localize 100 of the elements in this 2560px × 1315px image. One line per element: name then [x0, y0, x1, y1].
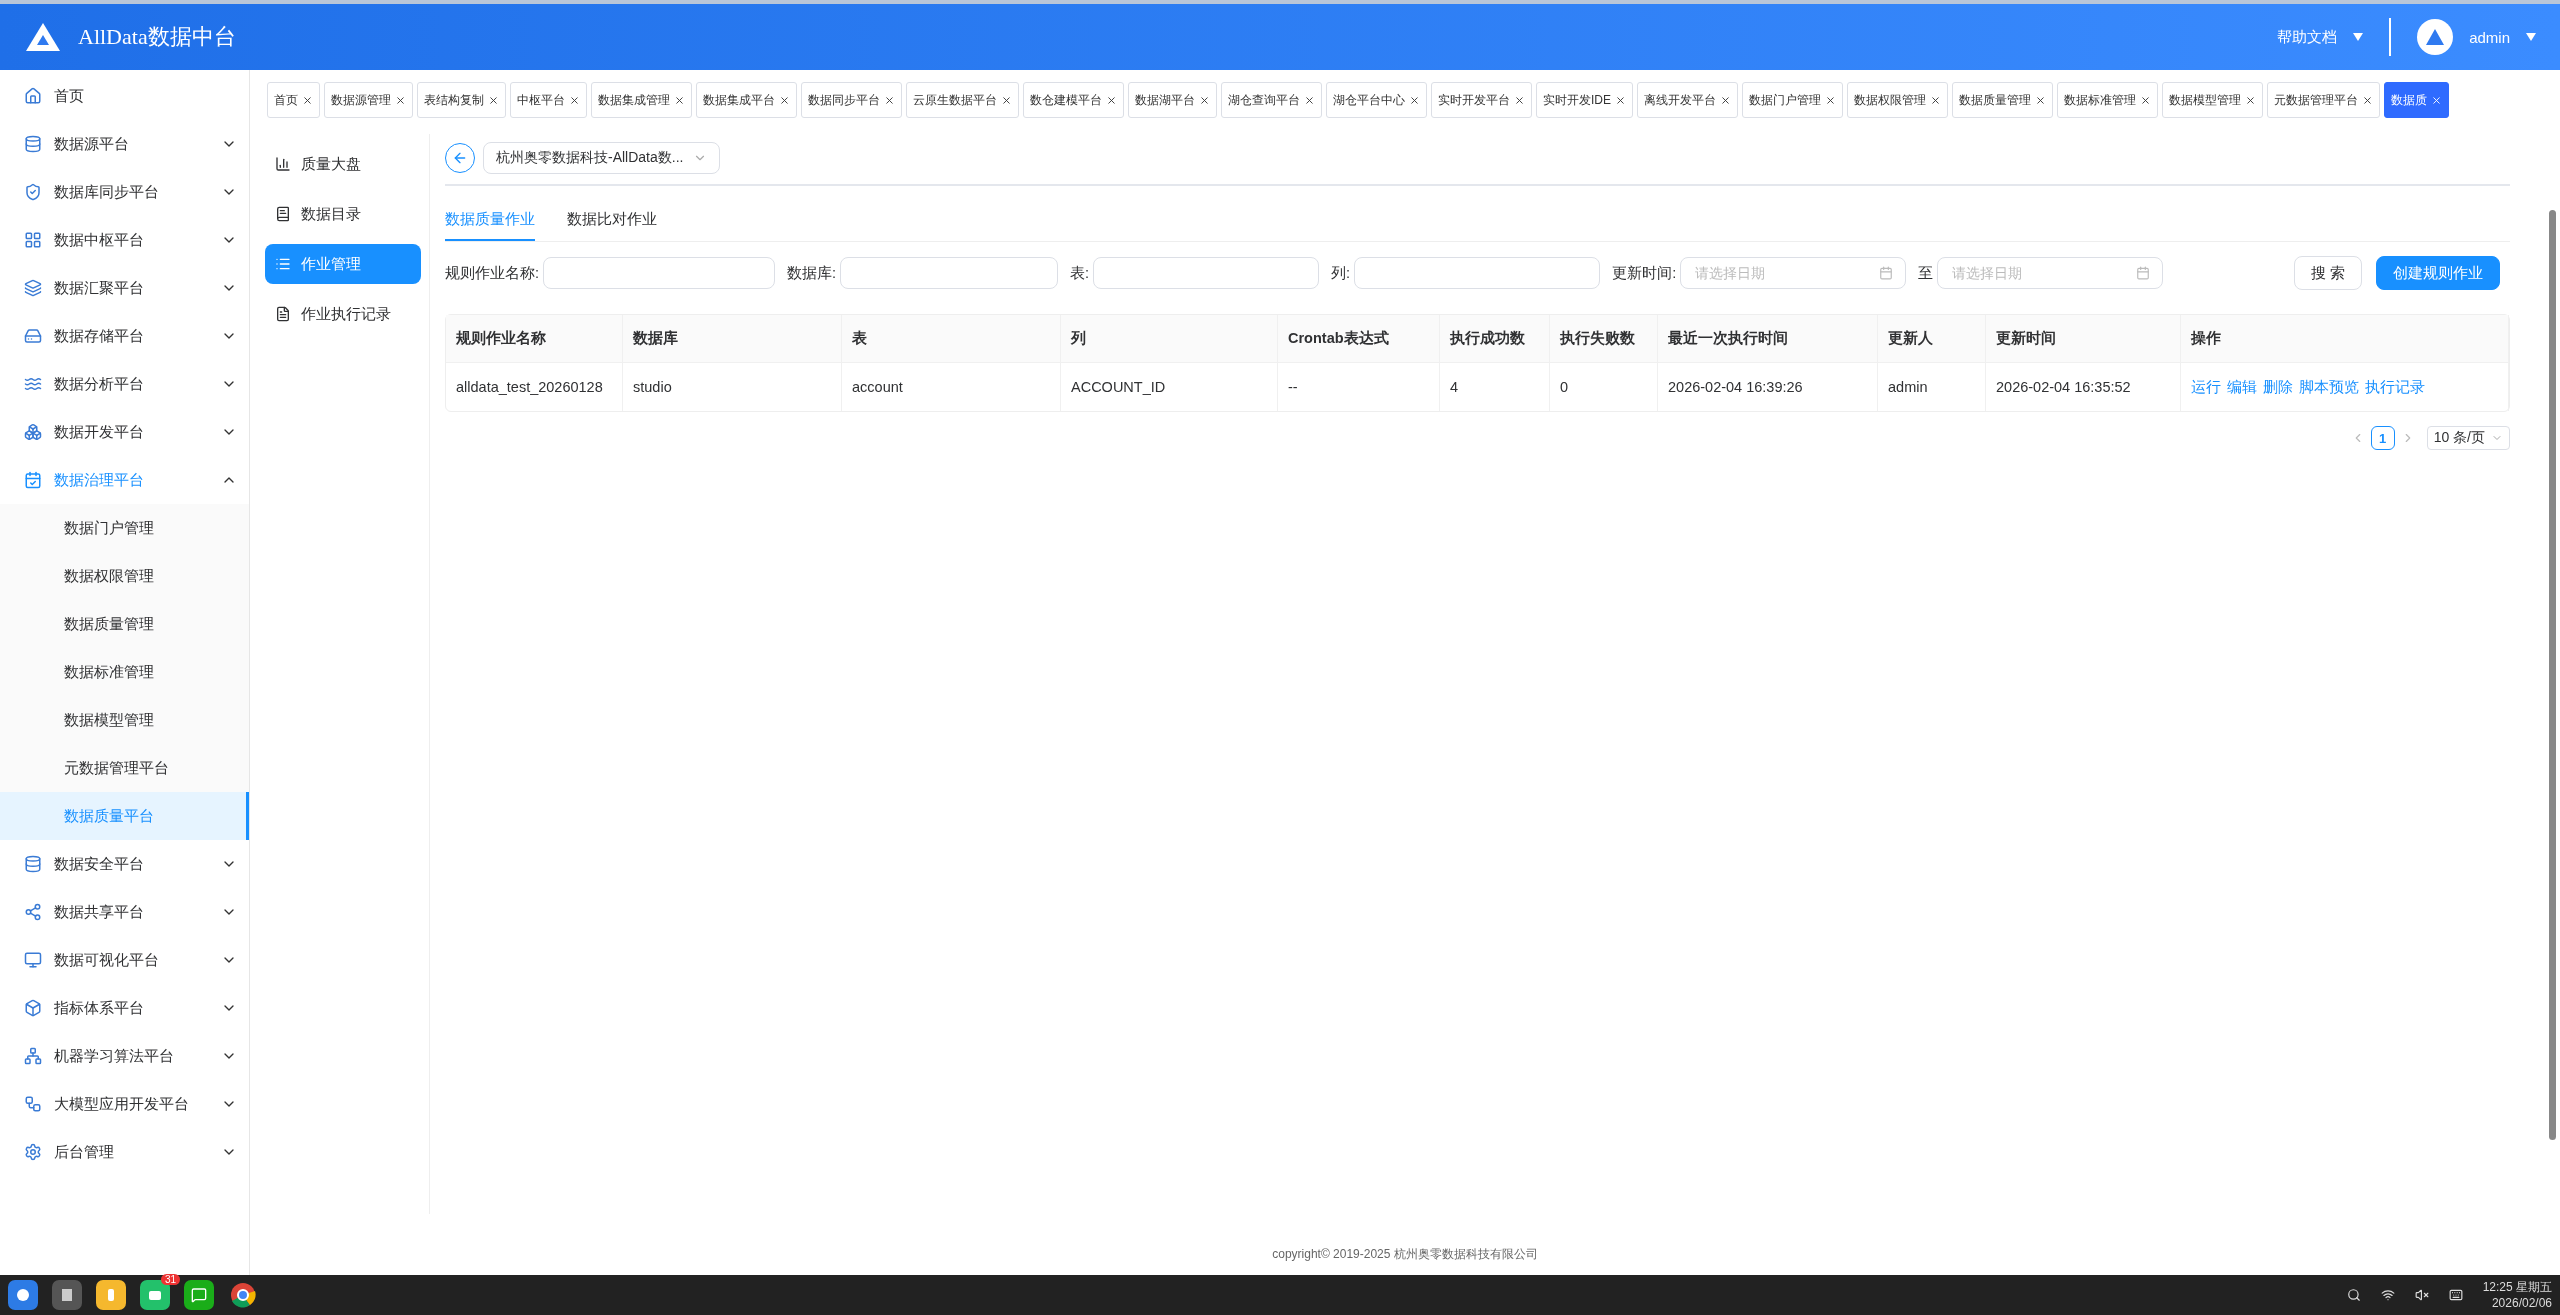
sidebar-subitem[interactable]: 数据质量管理 — [0, 600, 249, 648]
page-tab[interactable]: 元数据管理平台 — [2267, 82, 2380, 118]
page-size-select[interactable]: 10 条/页 — [2426, 426, 2510, 450]
content-tab[interactable]: 数据比对作业 — [567, 198, 657, 241]
sidebar-item[interactable]: 数据中枢平台 — [0, 216, 249, 264]
page-tab[interactable]: 首页 — [267, 82, 320, 118]
close-icon[interactable] — [1199, 94, 1210, 106]
search-button[interactable]: 搜 索 — [2293, 256, 2362, 290]
close-icon[interactable] — [1409, 94, 1420, 106]
nav-item[interactable]: 数据目录 — [265, 194, 421, 234]
page-tab[interactable]: 数据质量管理 — [1952, 82, 2053, 118]
close-icon[interactable] — [1930, 94, 1941, 106]
page-tab[interactable]: 湖仓平台中心 — [1326, 82, 1427, 118]
sidebar-item[interactable]: 后台管理 — [0, 1128, 249, 1176]
sidebar-item[interactable]: 大模型应用开发平台 — [0, 1080, 249, 1128]
close-icon[interactable] — [2140, 94, 2151, 106]
column-header: 执行失败数 — [1550, 315, 1658, 363]
sidebar-subitem[interactable]: 数据门户管理 — [0, 504, 249, 552]
close-icon[interactable] — [884, 94, 895, 106]
column-header: 列 — [1061, 315, 1278, 363]
close-icon[interactable] — [302, 94, 313, 106]
sidebar-item[interactable]: 数据源平台 — [0, 120, 249, 168]
page-tab[interactable]: 数据模型管理 — [2162, 82, 2263, 118]
sidebar-subitem[interactable]: 数据标准管理 — [0, 648, 249, 696]
sidebar-item[interactable]: 机器学习算法平台 — [0, 1032, 249, 1080]
close-icon[interactable] — [1001, 94, 1012, 106]
page-tab[interactable]: 数据权限管理 — [1847, 82, 1948, 118]
close-icon[interactable] — [1720, 94, 1731, 106]
close-icon[interactable] — [1615, 94, 1626, 106]
caret-down-icon[interactable] — [2526, 33, 2536, 41]
search-icon[interactable] — [2346, 1288, 2361, 1302]
user-avatar[interactable] — [2417, 19, 2454, 55]
sidebar-subitem[interactable]: 数据权限管理 — [0, 552, 249, 600]
sidebar-item[interactable]: 数据共享平台 — [0, 888, 249, 936]
sidebar-item[interactable]: 数据可视化平台 — [0, 936, 249, 984]
sidebar-subitem[interactable]: 数据模型管理 — [0, 696, 249, 744]
nav-item[interactable]: 质量大盘 — [265, 144, 421, 184]
browser-icon[interactable] — [228, 1280, 258, 1310]
close-icon[interactable] — [1106, 94, 1117, 106]
sidebar-subitem[interactable]: 元数据管理平台 — [0, 744, 249, 792]
filter-label: 至 — [1918, 263, 1934, 283]
page-tab[interactable]: 中枢平台 — [510, 82, 587, 118]
app-icon[interactable] — [52, 1280, 82, 1310]
close-icon[interactable] — [1514, 94, 1525, 106]
sidebar-item[interactable]: 数据分析平台 — [0, 360, 249, 408]
back-arrow-icon[interactable] — [452, 150, 468, 166]
date-field[interactable]: 请选择日期 — [1680, 257, 1907, 289]
close-icon[interactable] — [674, 94, 685, 106]
sidebar-item[interactable]: 数据库同步平台 — [0, 168, 249, 216]
page-tab[interactable]: 数据源管理 — [324, 82, 413, 118]
page-tab[interactable]: 数仓建模平台 — [1023, 82, 1124, 118]
page-tab[interactable]: 实时开发平台 — [1431, 82, 1532, 118]
table-cell: 4 — [1440, 363, 1550, 411]
close-icon[interactable] — [779, 94, 790, 106]
page-tab[interactable]: 数据门户管理 — [1742, 82, 1843, 118]
sidebar-item[interactable]: 数据开发平台 — [0, 408, 249, 456]
page-tab[interactable]: 数据质 — [2384, 82, 2449, 118]
page-tab[interactable]: 表结构复制 — [417, 82, 506, 118]
page-tab[interactable]: 湖仓查询平台 — [1221, 82, 1322, 118]
page-tab[interactable]: 数据集成平台 — [696, 82, 797, 118]
page-tab[interactable]: 数据湖平台 — [1128, 82, 1217, 118]
keyboard-icon[interactable] — [2448, 1288, 2463, 1302]
chat-app-icon[interactable] — [184, 1280, 214, 1310]
page-tab[interactable]: 离线开发平台 — [1637, 82, 1738, 118]
filter-input[interactable] — [1354, 257, 1601, 289]
close-icon[interactable] — [2245, 94, 2256, 106]
close-icon[interactable] — [2431, 94, 2442, 106]
caret-down-icon[interactable] — [2353, 33, 2364, 41]
date-field[interactable]: 请选择日期 — [1937, 257, 2164, 289]
scrollbar[interactable] — [2549, 210, 2556, 1140]
close-icon[interactable] — [1304, 94, 1315, 106]
close-icon[interactable] — [2035, 94, 2046, 106]
wifi-icon[interactable] — [2380, 1288, 2395, 1302]
page-tab[interactable]: 数据集成管理 — [591, 82, 692, 118]
notification-badge: 31 — [160, 1274, 180, 1285]
sidebar-item[interactable]: 数据安全平台 — [0, 840, 249, 888]
filter-input[interactable] — [840, 257, 1059, 289]
menu-icon — [24, 183, 42, 201]
filter-input[interactable] — [543, 257, 776, 289]
close-icon[interactable] — [488, 94, 499, 106]
filter-input[interactable] — [1093, 257, 1320, 289]
close-icon[interactable] — [395, 94, 406, 106]
table-cell: -- — [1278, 363, 1440, 411]
sidebar-item[interactable]: 首页 — [0, 72, 249, 120]
page-tab[interactable]: 云原生数据平台 — [906, 82, 1019, 118]
sidebar-item[interactable]: 指标体系平台 — [0, 984, 249, 1032]
page-tab[interactable]: 数据标准管理 — [2057, 82, 2158, 118]
close-icon[interactable] — [1825, 94, 1836, 106]
close-icon[interactable] — [2362, 94, 2373, 106]
page-tab[interactable]: 实时开发IDE — [1536, 82, 1633, 118]
nav-item[interactable]: 作业执行记录 — [265, 294, 421, 334]
close-icon[interactable] — [569, 94, 580, 106]
sidebar-item[interactable]: 数据汇聚平台 — [0, 264, 249, 312]
table-cell: 2026-02-04 16:39:26 — [1658, 363, 1878, 411]
mute-icon[interactable] — [2414, 1288, 2429, 1302]
page-tab[interactable]: 数据同步平台 — [801, 82, 902, 118]
app-icon[interactable] — [8, 1280, 38, 1310]
sidebar-item[interactable]: 数据存储平台 — [0, 312, 249, 360]
app-icon[interactable] — [96, 1280, 126, 1310]
tenant-select[interactable]: 杭州奥零数据科技-AllData数... — [483, 142, 721, 174]
